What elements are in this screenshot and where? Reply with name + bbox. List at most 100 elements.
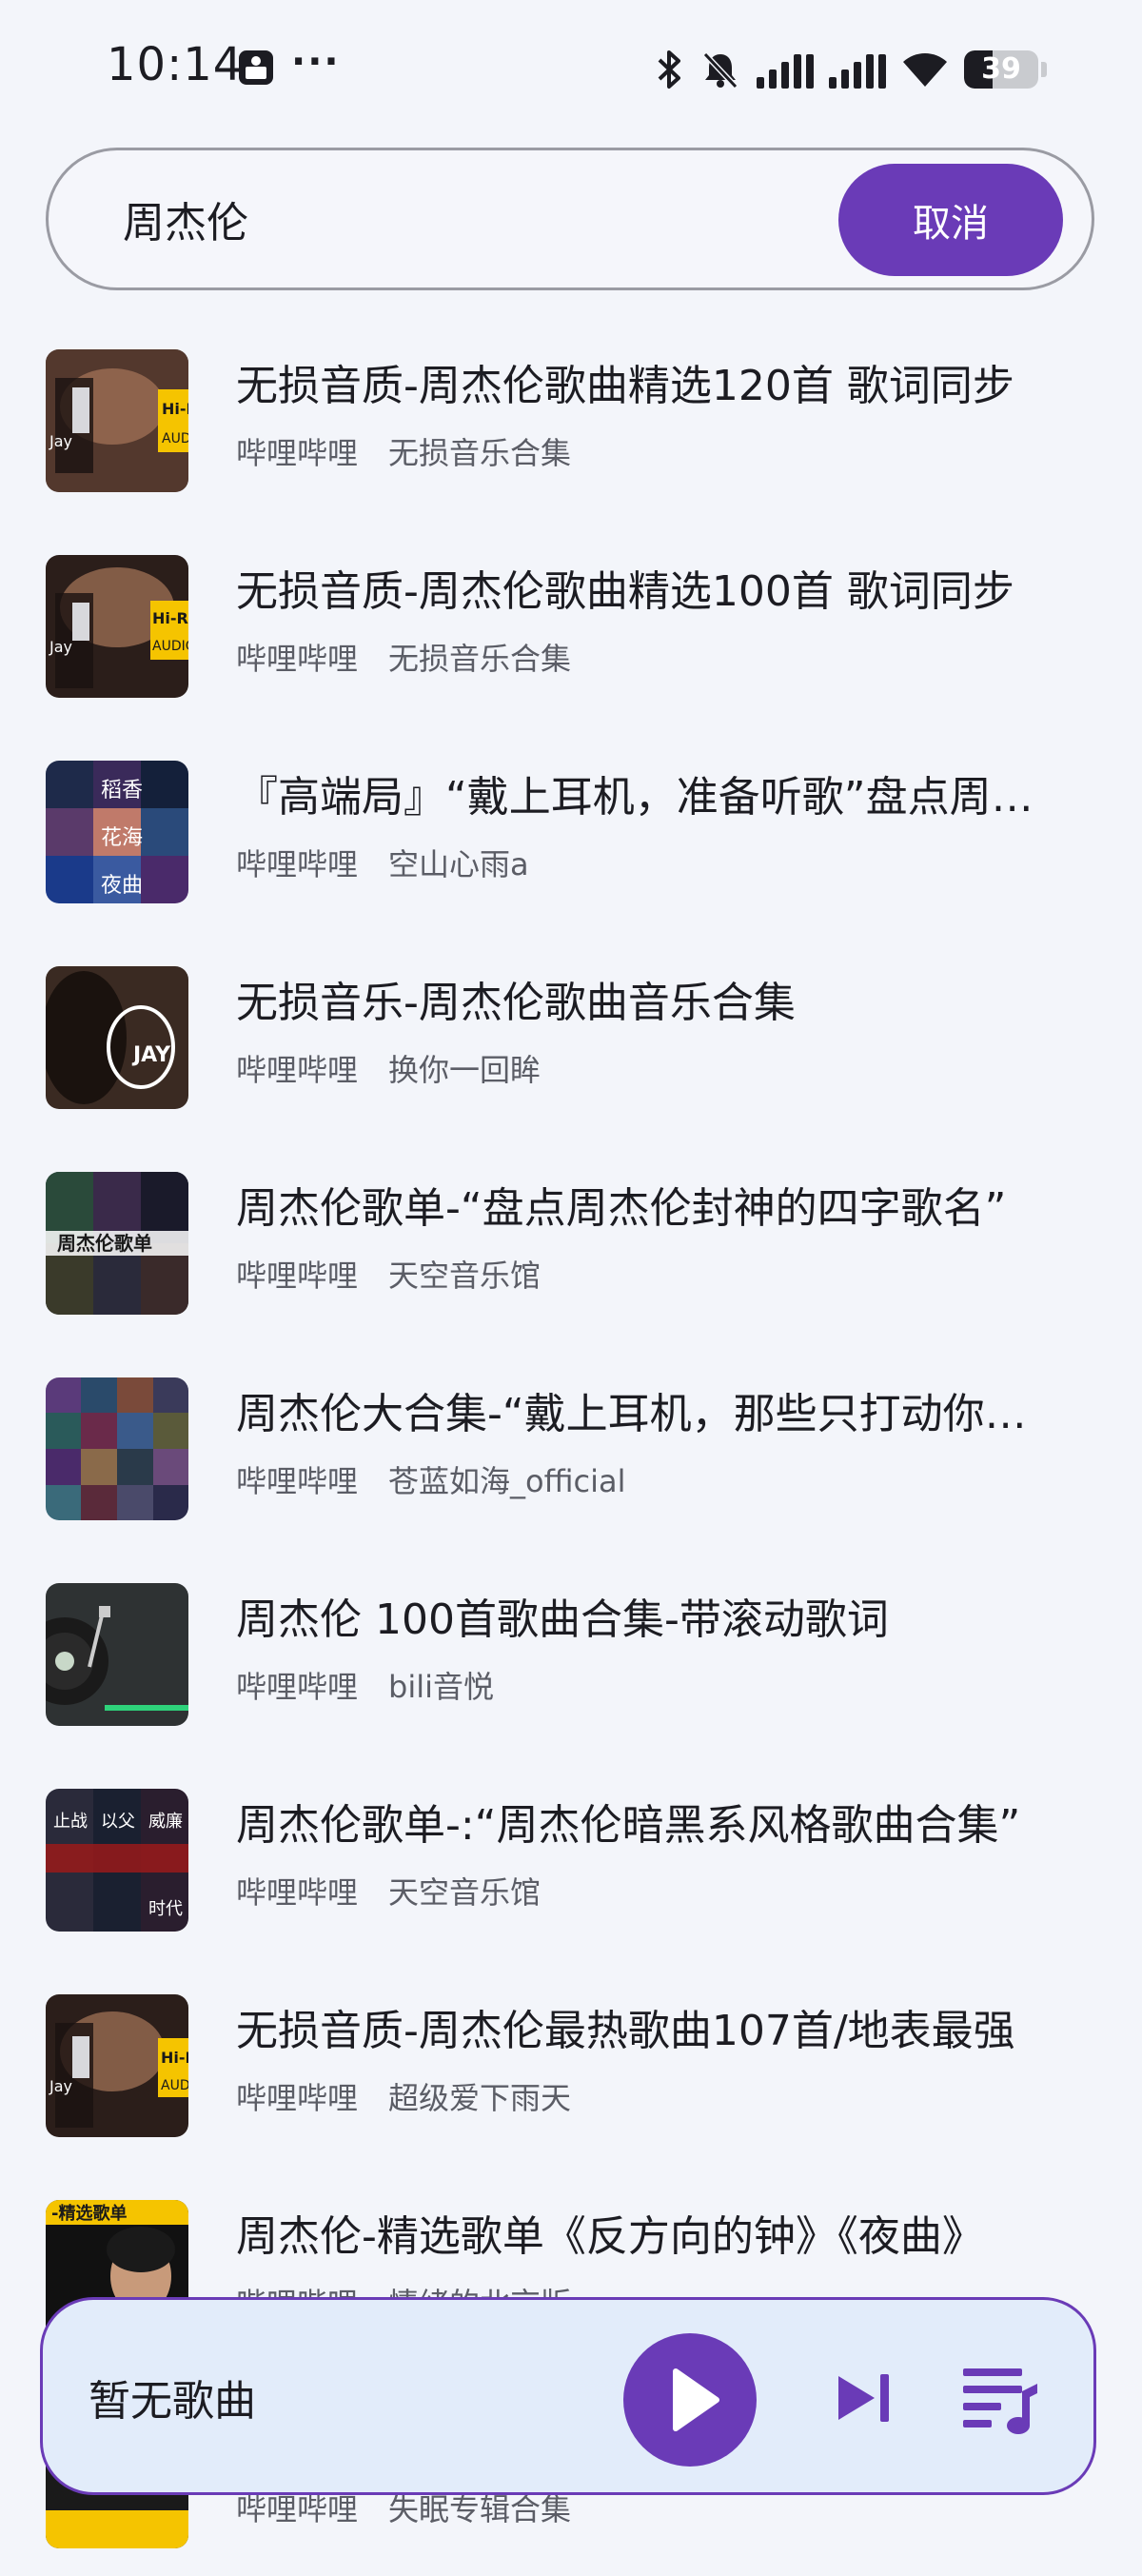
result-title: 周杰伦-精选歌单《反方向的钟》《夜曲》 bbox=[236, 2212, 984, 2261]
result-thumbnail: Hi-R AUD Jay bbox=[46, 349, 188, 492]
svg-text:AUD: AUD bbox=[162, 431, 188, 446]
result-title: 无损音质-周杰伦歌曲精选120首 歌词同步 bbox=[236, 362, 1014, 410]
cancel-button[interactable]: 取消 bbox=[838, 164, 1063, 276]
status-bar: 10:14 ··· 39 bbox=[0, 0, 1142, 133]
svg-text:JAY: JAY bbox=[131, 1043, 171, 1067]
result-meta: 哔哩哔哩 超级爱下雨天 bbox=[236, 2077, 571, 2119]
result-uploader: 无损音乐合集 bbox=[388, 435, 572, 471]
status-icons: 39 bbox=[656, 46, 1047, 93]
result-title: 周杰伦大合集-“戴上耳机，那些只打动你的歌” bbox=[236, 1390, 1064, 1438]
more-notifications-indicator: ··· bbox=[291, 40, 341, 84]
result-platform: 哔哩哔哩 bbox=[236, 1258, 359, 1294]
bluetooth-icon bbox=[658, 50, 680, 89]
result-thumbnail: Hi-R AUD Jay bbox=[46, 1994, 188, 2137]
play-button[interactable] bbox=[623, 2333, 757, 2467]
result-meta: 哔哩哔哩 天空音乐馆 bbox=[236, 1872, 541, 1913]
result-uploader: 苍蓝如海_official bbox=[388, 1463, 626, 1499]
result-platform: 哔哩哔哩 bbox=[236, 846, 359, 882]
svg-text:Jay: Jay bbox=[49, 432, 72, 450]
result-meta: 哔哩哔哩 bili音悦 bbox=[236, 1666, 494, 1708]
svg-text:-精选歌单: -精选歌单 bbox=[51, 2203, 127, 2224]
wifi-icon bbox=[903, 53, 947, 87]
svg-text:Hi-R: Hi-R bbox=[162, 400, 188, 418]
result-platform: 哔哩哔哩 bbox=[236, 2491, 359, 2527]
result-thumbnail: 周杰伦歌单 bbox=[46, 1172, 188, 1315]
now-playing-title: 暂无歌曲 bbox=[89, 2377, 256, 2426]
result-title: 周杰伦歌单-:“周杰伦暗黑系风格歌曲合集” bbox=[236, 1801, 1021, 1850]
svg-text:夜曲: 夜曲 bbox=[101, 874, 143, 898]
result-thumbnail bbox=[46, 1377, 188, 1520]
result-uploader: 天空音乐馆 bbox=[388, 1874, 541, 1911]
silent-bell-icon bbox=[702, 51, 738, 89]
result-platform: 哔哩哔哩 bbox=[236, 641, 359, 677]
cellular-signal-icon bbox=[757, 54, 814, 89]
svg-text:Jay: Jay bbox=[49, 638, 72, 656]
search-input[interactable] bbox=[123, 183, 789, 255]
svg-text:稻香: 稻香 bbox=[101, 779, 143, 803]
result-platform: 哔哩哔哩 bbox=[236, 1669, 359, 1705]
result-platform: 哔哩哔哩 bbox=[236, 1052, 359, 1088]
svg-text:AUD: AUD bbox=[161, 2078, 188, 2093]
result-uploader: 换你一回眸 bbox=[388, 1052, 541, 1088]
play-icon bbox=[673, 2368, 719, 2431]
result-item[interactable]: 周杰伦歌单 周杰伦歌单-“盘点周杰伦封神的四字歌名” 哔哩哔哩 天空音乐馆 bbox=[0, 1137, 1142, 1342]
result-meta: 哔哩哔哩 无损音乐合集 bbox=[236, 638, 571, 680]
result-uploader: bili音悦 bbox=[388, 1669, 495, 1705]
result-meta: 哔哩哔哩 苍蓝如海_official bbox=[236, 1460, 626, 1502]
result-uploader: 超级爱下雨天 bbox=[388, 2080, 572, 2116]
result-title: 周杰伦歌单-“盘点周杰伦封神的四字歌名” bbox=[236, 1184, 1007, 1233]
skip-next-icon bbox=[838, 2374, 889, 2422]
result-platform: 哔哩哔哩 bbox=[236, 2080, 359, 2116]
svg-text:以父: 以父 bbox=[101, 1812, 135, 1832]
result-item[interactable]: Hi-R AUD Jay 无损音质-周杰伦歌曲精选120首 歌词同步 哔哩哔哩无… bbox=[0, 314, 1142, 520]
svg-text:AUDIO: AUDIO bbox=[152, 639, 188, 654]
battery-level: 39 bbox=[981, 52, 1021, 86]
cellular-signal-icon bbox=[829, 54, 886, 89]
result-item[interactable]: JAY 无损音乐-周杰伦歌曲音乐合集 哔哩哔哩 换你一回眸 bbox=[0, 931, 1142, 1137]
svg-text:Jay: Jay bbox=[49, 2077, 72, 2095]
svg-text:止战: 止战 bbox=[53, 1812, 88, 1832]
result-thumbnail: 止战 以父 威廉 时代 bbox=[46, 1789, 188, 1932]
result-meta: 哔哩哔哩 无损音乐合集 bbox=[236, 432, 571, 474]
result-title: 无损音乐-周杰伦歌曲音乐合集 bbox=[236, 979, 796, 1027]
result-item[interactable]: 周杰伦 100首歌曲合集-带滚动歌词 哔哩哔哩 bili音悦 bbox=[0, 1548, 1142, 1754]
result-meta: 哔哩哔哩 空山心雨a bbox=[236, 843, 529, 885]
result-meta: 哔哩哔哩 天空音乐馆 bbox=[236, 1255, 541, 1297]
result-item[interactable]: Hi-R AUD Jay 无损音质-周杰伦最热歌曲107首/地表最强 哔哩哔哩超… bbox=[0, 1959, 1142, 2165]
playlist-icon bbox=[963, 2368, 1037, 2434]
result-platform: 哔哩哔哩 bbox=[236, 1874, 359, 1911]
mini-player[interactable]: 暂无歌曲 bbox=[40, 2297, 1096, 2495]
svg-text:周杰伦歌单: 周杰伦歌单 bbox=[57, 1232, 152, 1255]
result-title: 无损音质-周杰伦最热歌曲107首/地表最强 bbox=[236, 2007, 1015, 2055]
result-uploader: 空山心雨a bbox=[388, 846, 529, 882]
result-meta: 哔哩哔哩 换你一回眸 bbox=[236, 1049, 541, 1091]
result-thumbnail: 稻香 花海 夜曲 bbox=[46, 761, 188, 903]
app-notification-icon bbox=[239, 50, 273, 85]
result-thumbnail: JAY bbox=[46, 966, 188, 1109]
result-thumbnail bbox=[46, 1583, 188, 1726]
result-item[interactable]: 周杰伦大合集-“戴上耳机，那些只打动你的歌” 哔哩哔哩 苍蓝如海_official bbox=[0, 1342, 1142, 1548]
result-platform: 哔哩哔哩 bbox=[236, 435, 359, 471]
result-uploader: 无损音乐合集 bbox=[388, 641, 572, 677]
playlist-button[interactable] bbox=[961, 2363, 1039, 2435]
next-track-button[interactable] bbox=[833, 2367, 896, 2429]
battery-icon: 39 bbox=[964, 50, 1038, 89]
result-title: 无损音质-周杰伦歌曲精选100首 歌词同步 bbox=[236, 567, 1014, 616]
result-thumbnail: Hi-Res AUDIO Jay bbox=[46, 555, 188, 698]
result-uploader: 失眠专辑合集 bbox=[388, 2491, 572, 2527]
result-item[interactable]: 止战 以父 威廉 时代 周杰伦歌单-:“周杰伦暗黑系风格歌曲合集” 哔哩哔哩 天空… bbox=[0, 1754, 1142, 1959]
status-time: 10:14 bbox=[107, 38, 244, 91]
svg-text:Hi-R: Hi-R bbox=[161, 2049, 188, 2067]
result-item[interactable]: Hi-Res AUDIO Jay 无损音质-周杰伦歌曲精选100首 歌词同步 哔… bbox=[0, 520, 1142, 725]
battery-tip bbox=[1041, 62, 1047, 77]
search-bar: 取消 bbox=[46, 148, 1094, 290]
svg-text:Hi-Res: Hi-Res bbox=[152, 609, 188, 627]
svg-text:威廉: 威廉 bbox=[148, 1812, 183, 1832]
result-item[interactable]: 稻香 花海 夜曲 『高端局』“戴上耳机，准备听歌”盘点周杰伦 哔哩哔哩 空山心雨a bbox=[0, 725, 1142, 931]
result-uploader: 天空音乐馆 bbox=[388, 1258, 541, 1294]
svg-text:花海: 花海 bbox=[101, 826, 143, 850]
svg-text:时代: 时代 bbox=[148, 1899, 183, 1919]
result-title: 『高端局』“戴上耳机，准备听歌”盘点周杰伦 bbox=[236, 773, 1064, 822]
result-title: 周杰伦 100首歌曲合集-带滚动歌词 bbox=[236, 1595, 889, 1644]
result-platform: 哔哩哔哩 bbox=[236, 1463, 359, 1499]
